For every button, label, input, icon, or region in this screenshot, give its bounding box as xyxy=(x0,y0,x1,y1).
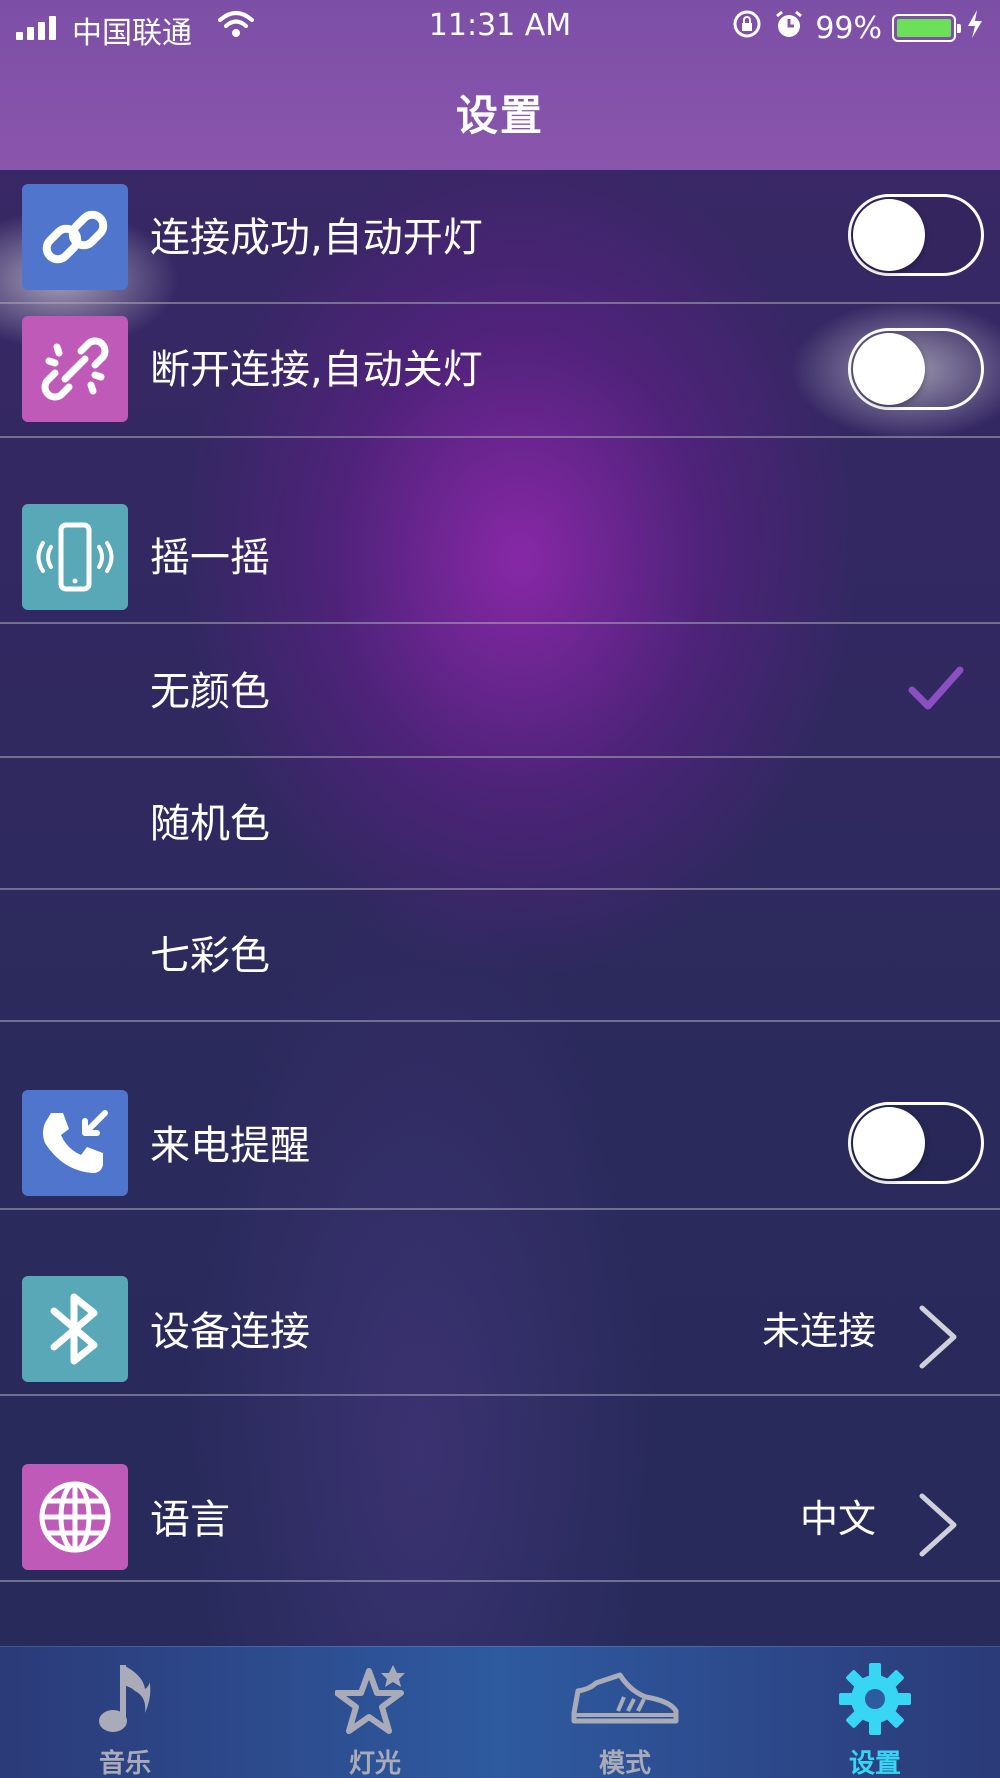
shake-option-row[interactable]: 无颜色 xyxy=(0,624,1000,758)
charging-icon xyxy=(966,9,984,47)
shake-option-label: 七彩色 xyxy=(150,933,270,979)
auto-on-label: 连接成功,自动开灯 xyxy=(150,215,483,261)
page-title: 设置 xyxy=(455,91,544,140)
tab-settings[interactable]: 设置 xyxy=(750,1647,1000,1778)
tab-mode-label: 模式 xyxy=(598,1749,651,1778)
music-note-icon xyxy=(0,1661,250,1737)
battery-icon xyxy=(892,14,961,42)
tab-music-label: 音乐 xyxy=(98,1749,151,1778)
rotation-lock-icon xyxy=(731,8,763,48)
language-value: 中文 xyxy=(799,1497,876,1541)
link-icon xyxy=(22,184,128,290)
tab-settings-label: 设置 xyxy=(848,1749,901,1778)
call-alert-toggle[interactable] xyxy=(848,1102,984,1184)
star-icon xyxy=(250,1661,500,1737)
shoe-icon xyxy=(500,1661,750,1737)
shake-option-label: 无颜色 xyxy=(150,669,270,715)
auto-off-row: 断开连接,自动关灯 xyxy=(0,304,1000,438)
auto-on-toggle[interactable] xyxy=(848,194,984,276)
gear-icon xyxy=(750,1661,1000,1737)
status-bar: 中国联通 11:31 AM 99% xyxy=(0,0,1000,56)
call-alert-row: 来电提醒 xyxy=(0,1022,1000,1210)
auto-on-row: 连接成功,自动开灯 xyxy=(0,170,1000,304)
tab-bar: 音乐 灯光 模式 设置 xyxy=(0,1646,1000,1778)
top-bar: 中国联通 11:31 AM 99% 设置 xyxy=(0,0,1000,170)
tab-music[interactable]: 音乐 xyxy=(0,1647,250,1778)
tab-mode[interactable]: 模式 xyxy=(500,1647,750,1778)
shake-option-row[interactable]: 七彩色 xyxy=(0,890,1000,1022)
checkmark-icon xyxy=(908,664,964,718)
device-connection-label: 设备连接 xyxy=(150,1309,310,1355)
shake-option-row[interactable]: 随机色 xyxy=(0,758,1000,890)
shake-label: 摇一摇 xyxy=(150,535,270,581)
battery-percent: 99% xyxy=(815,10,882,46)
globe-icon xyxy=(22,1464,128,1570)
bluetooth-icon xyxy=(22,1276,128,1382)
device-connection-row[interactable]: 设备连接 未连接 xyxy=(0,1210,1000,1396)
device-connection-status: 未连接 xyxy=(761,1309,876,1353)
alarm-icon xyxy=(773,8,805,48)
shake-option-label: 随机色 xyxy=(150,801,270,847)
shake-phone-icon xyxy=(22,504,128,610)
language-label: 语言 xyxy=(150,1497,230,1543)
auto-off-toggle[interactable] xyxy=(848,328,984,410)
tab-lighting-label: 灯光 xyxy=(348,1749,401,1778)
incoming-call-icon xyxy=(22,1090,128,1196)
chevron-right-icon xyxy=(916,1492,960,1562)
broken-link-icon xyxy=(22,316,128,422)
auto-off-label: 断开连接,自动关灯 xyxy=(150,347,483,393)
language-row[interactable]: 语言 中文 xyxy=(0,1396,1000,1582)
shake-row: 摇一摇 xyxy=(0,438,1000,624)
chevron-right-icon xyxy=(916,1304,960,1374)
tab-lighting[interactable]: 灯光 xyxy=(250,1647,500,1778)
call-alert-label: 来电提醒 xyxy=(150,1123,310,1169)
